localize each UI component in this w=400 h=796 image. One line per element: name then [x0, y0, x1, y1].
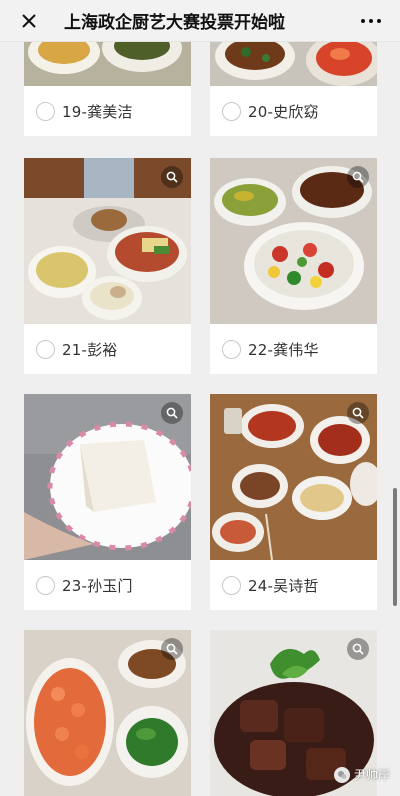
more-icon[interactable] [356, 6, 386, 36]
zoom-icon[interactable] [347, 166, 369, 188]
candidate-card-23[interactable]: 23-孙玉门 [24, 394, 191, 610]
zoom-icon[interactable] [347, 402, 369, 424]
zoom-icon[interactable] [161, 402, 183, 424]
candidate-grid: 19-龚美洁 20-史欣窈 21-彭裕 22-龚伟华 23-孙玉门 24-吴诗哲 [0, 0, 400, 796]
zoom-icon[interactable] [161, 166, 183, 188]
candidate-label: 20-史欣窈 [248, 102, 319, 121]
vote-option[interactable]: 21-彭裕 [24, 324, 191, 374]
vote-option[interactable]: 19-龚美洁 [24, 86, 191, 136]
close-icon[interactable] [14, 6, 44, 36]
zoom-icon[interactable] [161, 638, 183, 660]
vote-option[interactable]: 22-龚伟华 [210, 324, 377, 374]
radio-button[interactable] [36, 101, 55, 121]
candidate-card-25[interactable] [24, 630, 191, 796]
scrollbar-thumb[interactable] [393, 488, 397, 606]
candidate-label: 23-孙玉门 [62, 576, 133, 595]
vote-option[interactable]: 23-孙玉门 [24, 560, 191, 610]
radio-button[interactable] [36, 339, 55, 359]
dish-photo[interactable] [24, 158, 191, 324]
candidate-card-22[interactable]: 22-龚伟华 [210, 158, 377, 374]
vote-option[interactable]: 20-史欣窈 [210, 86, 377, 136]
candidate-label: 21-彭裕 [62, 340, 118, 359]
radio-button[interactable] [222, 575, 241, 595]
dish-photo[interactable] [24, 394, 191, 560]
dish-photo[interactable] [210, 394, 377, 560]
candidate-label: 24-吴诗哲 [248, 576, 319, 595]
candidate-label: 22-龚伟华 [248, 340, 319, 359]
candidate-label: 19-龚美洁 [62, 102, 133, 121]
candidate-card-24[interactable]: 24-吴诗哲 [210, 394, 377, 610]
page-title: 上海政企厨艺大赛投票开始啦 [64, 13, 285, 33]
dish-photo[interactable] [210, 158, 377, 324]
dish-photo[interactable] [24, 630, 191, 796]
radio-button[interactable] [222, 339, 241, 359]
watermark: 尹帅岸 [333, 766, 390, 783]
zoom-icon[interactable] [347, 638, 369, 660]
radio-button[interactable] [36, 575, 55, 595]
vote-option[interactable]: 24-吴诗哲 [210, 560, 377, 610]
watermark-text: 尹帅岸 [353, 768, 390, 782]
candidate-card-21[interactable]: 21-彭裕 [24, 158, 191, 374]
wechat-icon [333, 766, 350, 783]
radio-button[interactable] [222, 101, 241, 121]
top-bar: 上海政企厨艺大赛投票开始啦 [0, 0, 400, 42]
